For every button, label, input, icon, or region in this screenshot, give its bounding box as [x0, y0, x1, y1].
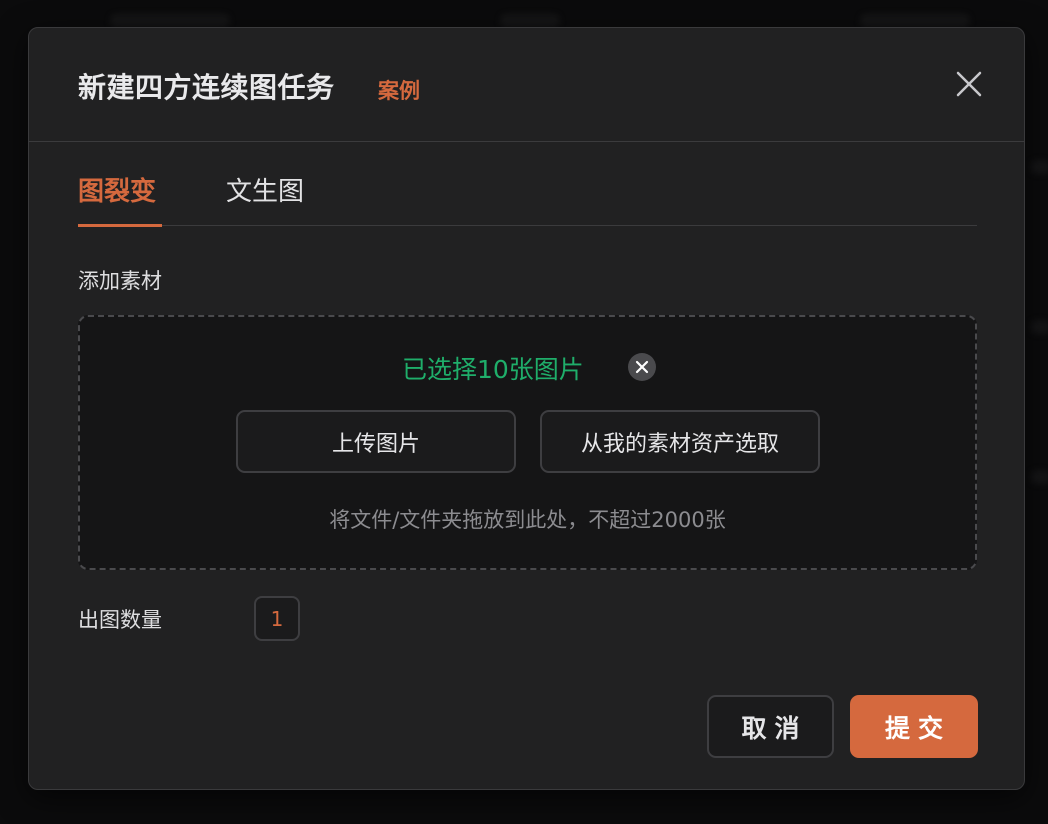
selected-count-text: 已选择10张图片 — [402, 355, 584, 384]
active-tab-indicator — [78, 224, 162, 227]
add-material-label: 添加素材 — [78, 269, 162, 293]
background-blur-shape — [1030, 160, 1048, 174]
cancel-button[interactable]: 取消 — [707, 695, 834, 758]
background-blur-shape — [1030, 320, 1048, 334]
select-from-library-button[interactable]: 从我的素材资产选取 — [540, 410, 820, 473]
dropzone-hint: 将文件/文件夹拖放到此处，不超过2000张 — [329, 508, 726, 532]
dialog-header: 新建四方连续图任务 案例 — [29, 28, 1024, 142]
background-blur-shape — [860, 14, 970, 28]
background-blur-shape — [1030, 470, 1048, 484]
tab-image-fission[interactable]: 图裂变 — [78, 171, 162, 227]
file-dropzone[interactable]: 已选择10张图片 上传图片 从我的素材资产选取 将文件/文件夹拖放到此处，不超过… — [78, 315, 977, 570]
tab-label: 图裂变 — [78, 177, 157, 207]
submit-button[interactable]: 提交 — [850, 695, 978, 758]
background-blur-shape — [500, 14, 560, 28]
new-task-dialog: 新建四方连续图任务 案例 图裂变 文生图 添加素材 已选择10张图片 上传图片 … — [28, 27, 1025, 790]
output-quantity-label: 出图数量 — [78, 608, 162, 632]
clear-icon — [635, 360, 649, 374]
close-button[interactable] — [951, 66, 987, 102]
upload-image-button[interactable]: 上传图片 — [236, 410, 516, 473]
clear-selection-button[interactable] — [628, 353, 656, 381]
background-blur-shape — [110, 14, 230, 28]
tab-bar: 图裂变 文生图 — [78, 168, 977, 227]
tab-text-to-image[interactable]: 文生图 — [226, 171, 304, 226]
tab-label: 文生图 — [226, 177, 305, 207]
output-quantity-input[interactable]: 1 — [254, 596, 300, 641]
dialog-title: 新建四方连续图任务 — [78, 71, 335, 104]
example-link[interactable]: 案例 — [378, 75, 420, 105]
close-icon — [956, 71, 982, 97]
